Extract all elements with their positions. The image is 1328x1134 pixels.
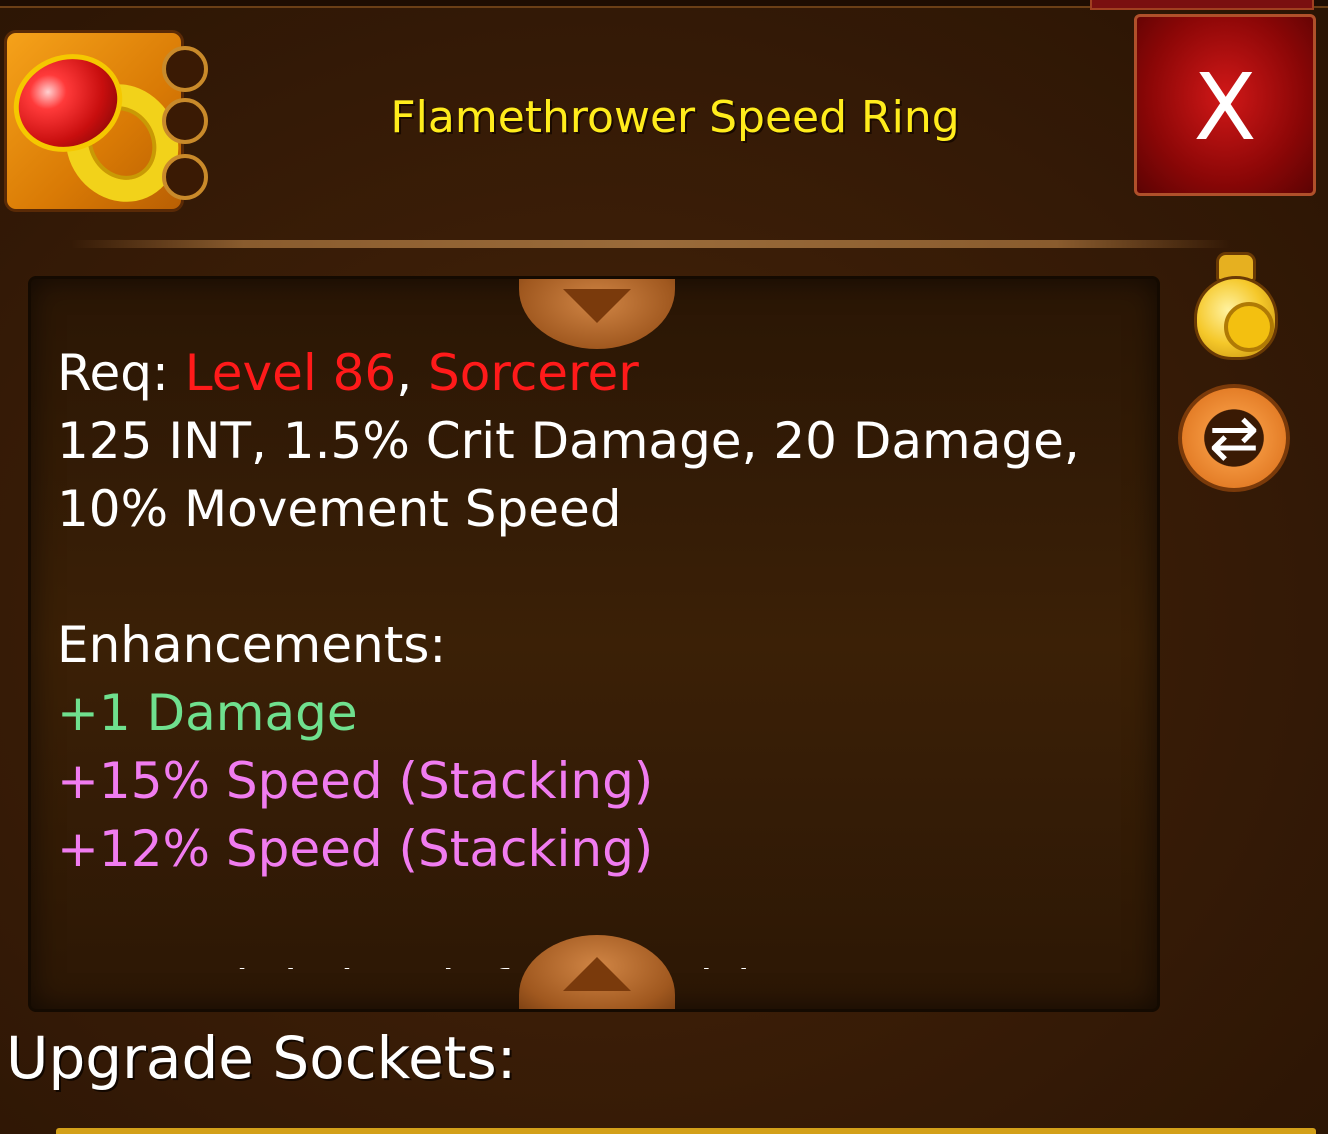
socket-slot-2 <box>162 98 208 144</box>
socket-slot-3 <box>162 154 208 200</box>
enhancement-dot-pink <box>43 209 69 212</box>
sell-button[interactable] <box>1190 252 1282 360</box>
item-icon-frame <box>4 30 184 212</box>
description-text: Req: Level 86, Sorcerer 125 INT, 1.5% Cr… <box>57 339 1147 883</box>
close-button[interactable]: X <box>1134 14 1316 196</box>
req-separator: , <box>396 344 429 402</box>
enhancements-header: Enhancements: <box>57 616 447 674</box>
enhancement-item: +1 Damage <box>57 684 358 742</box>
req-level: Level 86 <box>184 344 397 402</box>
stats-line-2: 10% Movement Speed <box>57 480 622 538</box>
chevron-down-icon <box>563 289 631 323</box>
chevron-up-icon <box>563 957 631 991</box>
coin-icon <box>1224 302 1274 352</box>
enhancement-item: +15% Speed (Stacking) <box>57 752 654 810</box>
req-label: Req: <box>57 344 185 402</box>
socket-bar-edge <box>56 1128 1316 1134</box>
upgrade-sockets-label: Upgrade Sockets: <box>6 1024 517 1092</box>
description-panel[interactable]: Req: Level 86, Sorcerer 125 INT, 1.5% Cr… <box>28 276 1160 1012</box>
swap-arrows-icon[interactable]: ⇄ <box>1178 384 1290 492</box>
top-tab <box>1090 0 1314 10</box>
req-class: Sorcerer <box>428 344 639 402</box>
divider <box>70 240 1230 248</box>
socket-slot-1 <box>162 46 208 92</box>
item-title: Flamethrower Speed Ring <box>390 92 960 143</box>
enhancement-dots <box>11 209 101 212</box>
enhancement-dot-pink <box>75 209 101 212</box>
enhancement-item: +12% Speed (Stacking) <box>57 820 654 878</box>
requirement-line: Req: Level 86, Sorcerer <box>57 339 1147 407</box>
stats-line-1: 125 INT, 1.5% Crit Damage, 20 Damage, <box>57 412 1080 470</box>
enhancement-dot-green <box>11 209 37 212</box>
